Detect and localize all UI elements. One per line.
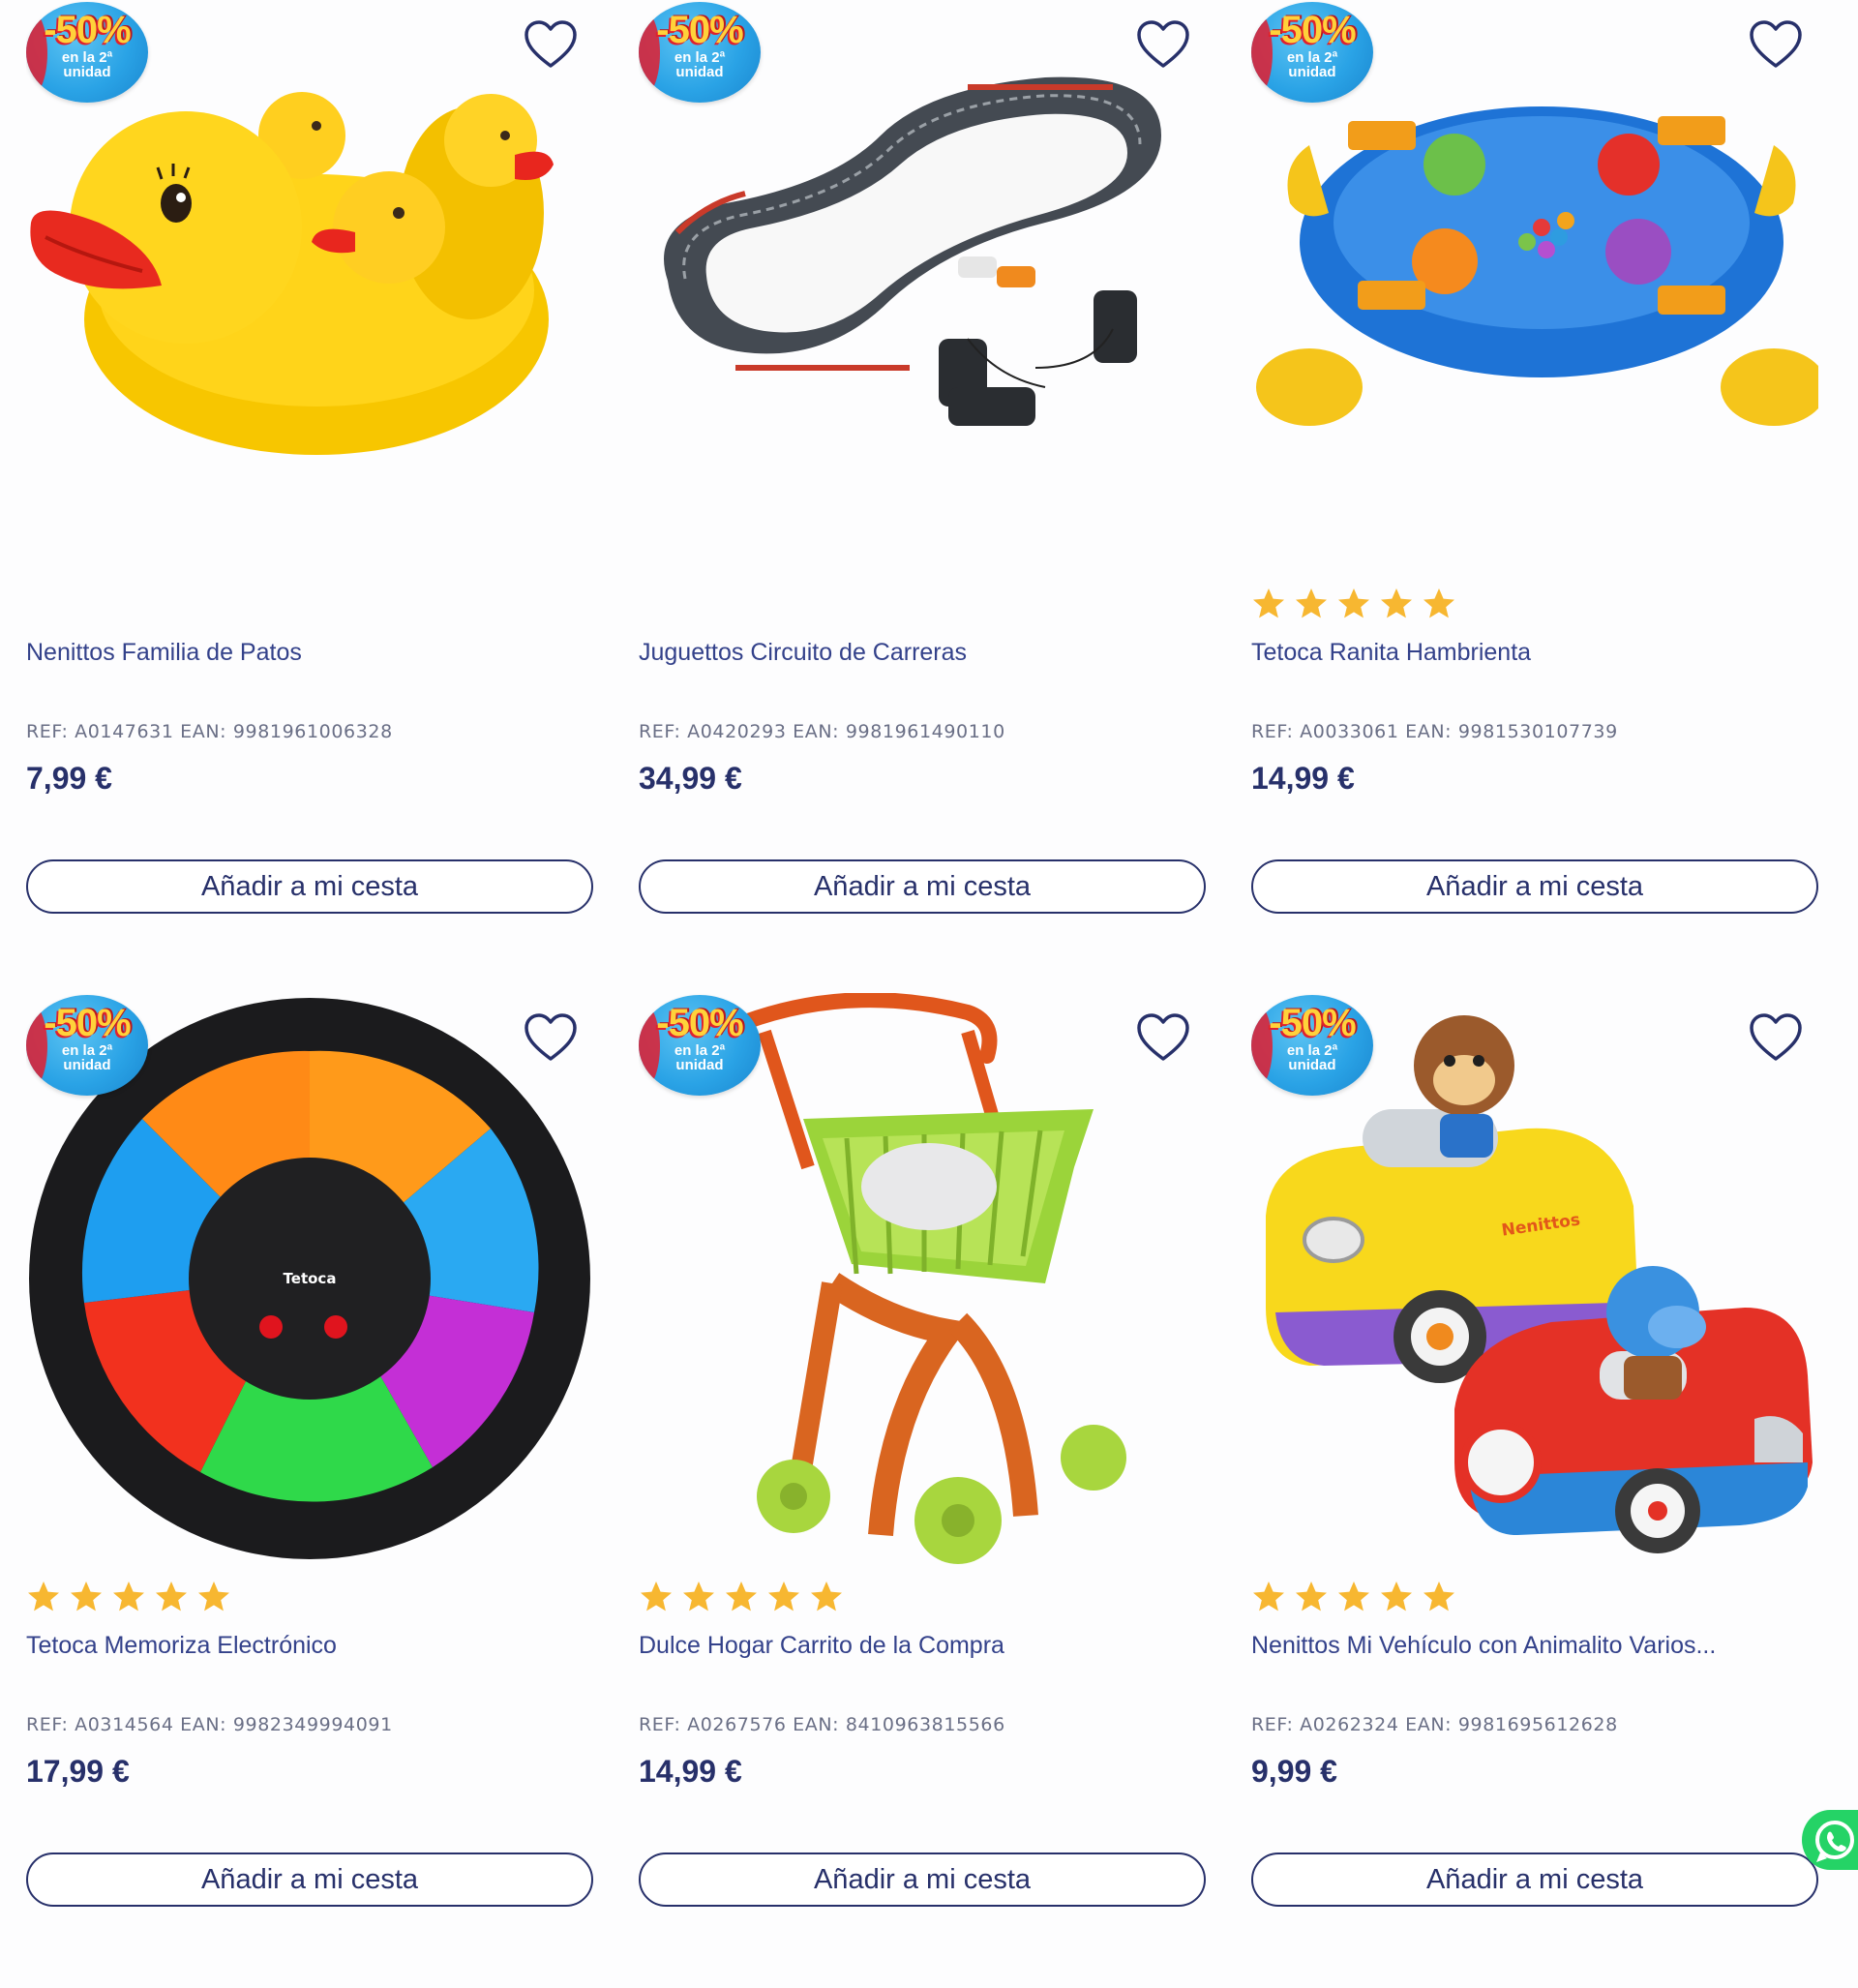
product-name[interactable]: Juguettos Circuito de Carreras xyxy=(639,639,967,667)
star-icon xyxy=(641,1581,672,1611)
whatsapp-icon xyxy=(1815,1821,1854,1862)
star-icon xyxy=(1338,1581,1369,1611)
star-icon xyxy=(71,1581,102,1611)
star-icon xyxy=(1296,1581,1327,1611)
product-image[interactable]: -50% en la 2ª unidad xyxy=(26,0,593,571)
product-price: 34,99 € xyxy=(639,761,742,796)
star-icon xyxy=(1338,588,1369,618)
rating-stars xyxy=(1251,587,1456,621)
product-card: -50% en la 2ª unidad Dulce Hogar Carrito… xyxy=(639,993,1206,1986)
discount-badge: -50% en la 2ª unidad xyxy=(26,2,148,103)
star-icon xyxy=(683,1581,714,1611)
rating-stars xyxy=(639,1580,844,1614)
product-card: Tetoca -50% en la 2ª unidad Tetoca Memor… xyxy=(26,993,593,1986)
product-grid: -50% en la 2ª unidad Nenittos Familia de… xyxy=(26,0,1822,1986)
product-card: -50% en la 2ª unidad Nenittos Familia de… xyxy=(26,0,593,993)
rating-stars xyxy=(26,1580,231,1614)
product-card: -50% en la 2ª unidad Juguettos Circuito … xyxy=(639,0,1206,993)
product-image[interactable]: Tetoca -50% en la 2ª unidad xyxy=(26,993,593,1564)
add-to-cart-button[interactable]: Añadir a mi cesta xyxy=(26,1852,593,1907)
star-icon xyxy=(1381,588,1412,618)
star-icon xyxy=(1381,1581,1412,1611)
product-price: 14,99 € xyxy=(1251,761,1355,796)
product-ref: REF: A0267576 EAN: 8410963815566 xyxy=(639,1714,1005,1735)
product-price: 7,99 € xyxy=(26,761,112,796)
product-name[interactable]: Nenittos Mi Vehículo con Animalito Vario… xyxy=(1251,1632,1716,1660)
discount-badge: -50% en la 2ª unidad xyxy=(1251,2,1373,103)
heart-icon[interactable] xyxy=(1748,1012,1804,1065)
product-price: 14,99 € xyxy=(639,1754,742,1789)
heart-icon[interactable] xyxy=(523,1012,579,1065)
discount-badge: -50% en la 2ª unidad xyxy=(26,995,148,1096)
product-ref: REF: A0420293 EAN: 9981961490110 xyxy=(639,721,1005,742)
brand-logo-text: Tetoca xyxy=(284,1270,337,1287)
product-name[interactable]: Tetoca Ranita Hambrienta xyxy=(1251,639,1531,667)
heart-icon[interactable] xyxy=(1135,19,1191,72)
product-ref: REF: A0262324 EAN: 9981695612628 xyxy=(1251,1714,1618,1735)
discount-badge: -50% en la 2ª unidad xyxy=(639,995,761,1096)
star-icon xyxy=(156,1581,187,1611)
star-icon xyxy=(113,1581,144,1611)
star-icon xyxy=(811,1581,842,1611)
star-icon xyxy=(198,1581,229,1611)
product-image[interactable]: -50% en la 2ª unidad xyxy=(639,993,1206,1564)
discount-badge: -50% en la 2ª unidad xyxy=(1251,995,1373,1096)
product-card: Nenittos -50% en la 2ª unidad Nenittos M… xyxy=(1251,993,1818,1986)
heart-icon[interactable] xyxy=(1135,1012,1191,1065)
star-icon xyxy=(1296,588,1327,618)
product-card: -50% en la 2ª unidad Tetoca Ranita Hambr… xyxy=(1251,0,1818,993)
discount-badge: -50% en la 2ª unidad xyxy=(639,2,761,103)
star-icon xyxy=(768,1581,799,1611)
star-icon xyxy=(1423,1581,1454,1611)
product-ref: REF: A0147631 EAN: 9981961006328 xyxy=(26,721,393,742)
rating-stars xyxy=(1251,1580,1456,1614)
product-price: 9,99 € xyxy=(1251,1754,1337,1789)
product-ref: REF: A0314564 EAN: 9982349994091 xyxy=(26,1714,393,1735)
star-icon xyxy=(28,1581,59,1611)
product-ref: REF: A0033061 EAN: 9981530107739 xyxy=(1251,721,1618,742)
add-to-cart-button[interactable]: Añadir a mi cesta xyxy=(639,859,1206,914)
star-icon xyxy=(1423,588,1454,618)
product-image[interactable]: -50% en la 2ª unidad xyxy=(639,0,1206,571)
add-to-cart-button[interactable]: Añadir a mi cesta xyxy=(26,859,593,914)
add-to-cart-button[interactable]: Añadir a mi cesta xyxy=(1251,859,1818,914)
add-to-cart-button[interactable]: Añadir a mi cesta xyxy=(1251,1852,1818,1907)
heart-icon[interactable] xyxy=(1748,19,1804,72)
star-icon xyxy=(1253,1581,1284,1611)
product-image[interactable]: Nenittos -50% en la 2ª unidad xyxy=(1251,993,1818,1564)
star-icon xyxy=(726,1581,757,1611)
product-name[interactable]: Nenittos Familia de Patos xyxy=(26,639,302,667)
add-to-cart-button[interactable]: Añadir a mi cesta xyxy=(639,1852,1206,1907)
product-price: 17,99 € xyxy=(26,1754,130,1789)
star-icon xyxy=(1253,588,1284,618)
product-name[interactable]: Tetoca Memoriza Electrónico xyxy=(26,1632,337,1660)
product-image[interactable]: -50% en la 2ª unidad xyxy=(1251,0,1818,571)
product-name[interactable]: Dulce Hogar Carrito de la Compra xyxy=(639,1632,1004,1660)
whatsapp-chat-button[interactable] xyxy=(1802,1810,1858,1870)
heart-icon[interactable] xyxy=(523,19,579,72)
